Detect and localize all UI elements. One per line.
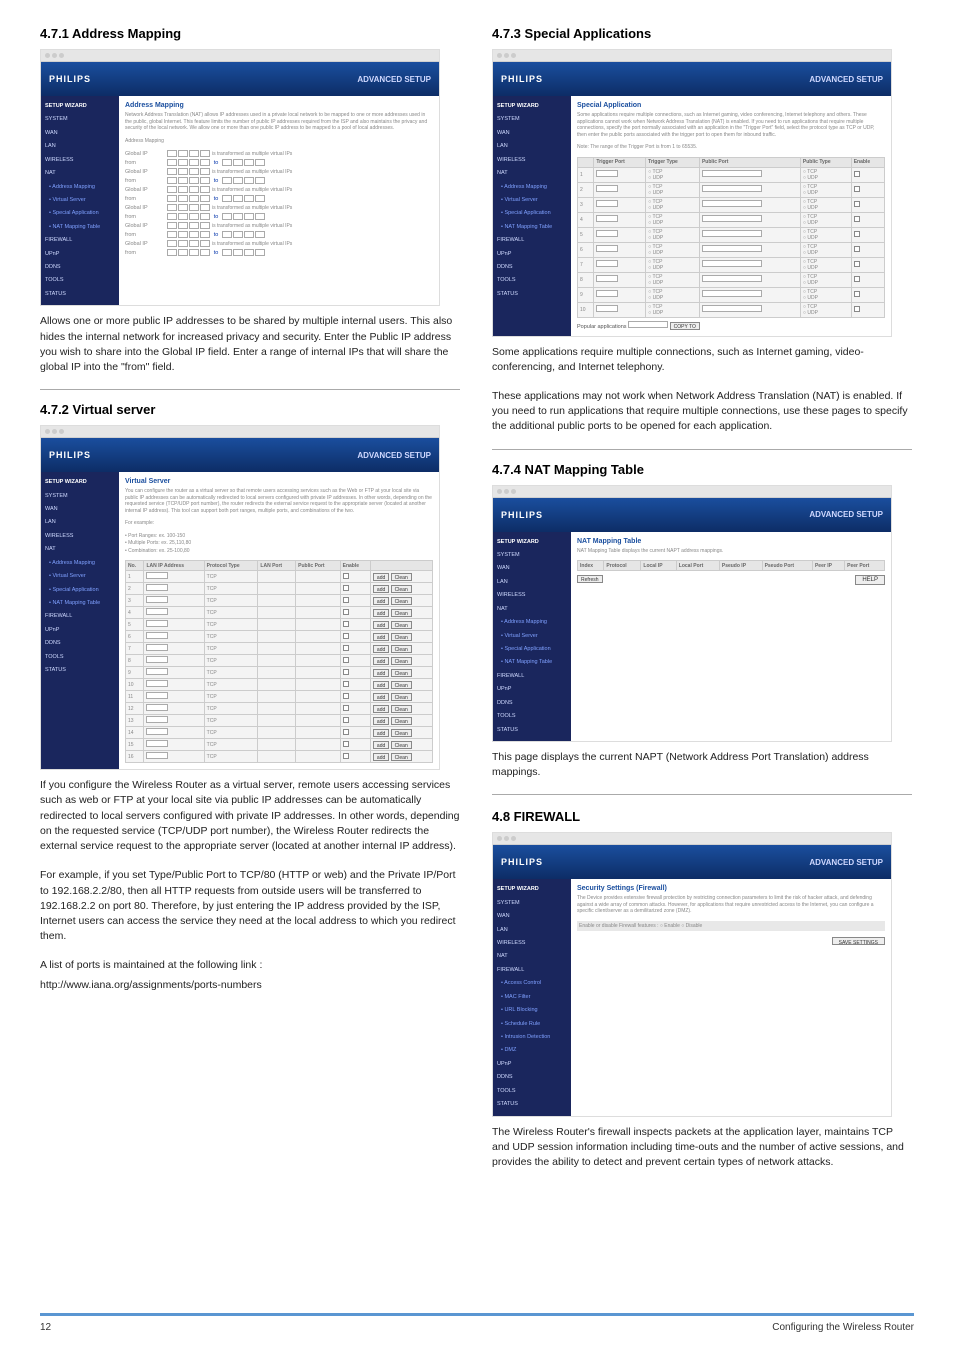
adv-setup-label: ADVANCED SETUP — [357, 75, 431, 84]
footer-label: Configuring the Wireless Router — [772, 1322, 914, 1333]
screenshot-nat-mapping: PHILIPS ADVANCED SETUP SETUP WIZARD SYST… — [492, 485, 892, 742]
special-app-table: Trigger Port Trigger Type Public Port Pu… — [577, 157, 885, 318]
router-sidebar: SETUP WIZARD SYSTEM WAN LAN WIRELESS NAT… — [41, 96, 119, 305]
heading-472: 4.7.2 Virtual server — [40, 402, 460, 417]
body-473a: Some applications require multiple conne… — [492, 345, 912, 375]
screenshot-address-mapping: PHILIPS ADVANCED SETUP SETUP WIZARD SYST… — [40, 49, 440, 306]
body-472a: If you configure the Wireless Router as … — [40, 778, 460, 854]
brand-logo: PHILIPS — [49, 74, 91, 84]
help-button[interactable]: HELP — [855, 575, 885, 585]
list-472-link: http://www.iana.org/assignments/ports-nu… — [40, 978, 460, 993]
screenshot-special-applications: PHILIPS ADVANCED SETUP SETUP WIZARD SYST… — [492, 49, 892, 337]
body-474: This page displays the current NAPT (Net… — [492, 750, 912, 780]
body-473b: These applications may not work when Net… — [492, 389, 912, 435]
list-472-head: A list of ports is maintained at the fol… — [40, 958, 460, 973]
refresh-button[interactable]: Refresh — [577, 575, 603, 583]
heading-473: 4.7.3 Special Applications — [492, 26, 912, 41]
heading-474: 4.7.4 NAT Mapping Table — [492, 462, 912, 477]
body-48: The Wireless Router's firewall inspects … — [492, 1125, 912, 1171]
page-number: 12 — [40, 1322, 51, 1333]
virtual-server-table: No. LAN IP Address Protocol Type LAN Por… — [125, 560, 433, 763]
screenshot-firewall: PHILIPS ADVANCED SETUP SETUP WIZARD SYST… — [492, 832, 892, 1116]
panel-desc: Network Address Translation (NAT) allows… — [125, 112, 433, 132]
panel-sub: Address Mapping — [125, 138, 433, 145]
body-472b: For example, if you set Type/Public Port… — [40, 868, 460, 944]
heading-48: 4.8 FIREWALL — [492, 809, 912, 824]
heading-471: 4.7.1 Address Mapping — [40, 26, 460, 41]
screenshot-virtual-server: PHILIPS ADVANCED SETUP SETUP WIZARD SYST… — [40, 425, 440, 770]
body-471: Allows one or more public IP addresses t… — [40, 314, 460, 375]
save-settings-button[interactable]: SAVE SETTINGS — [832, 937, 885, 945]
page-footer: 12 Configuring the Wireless Router — [40, 1313, 914, 1333]
panel-title: Address Mapping — [125, 102, 433, 109]
